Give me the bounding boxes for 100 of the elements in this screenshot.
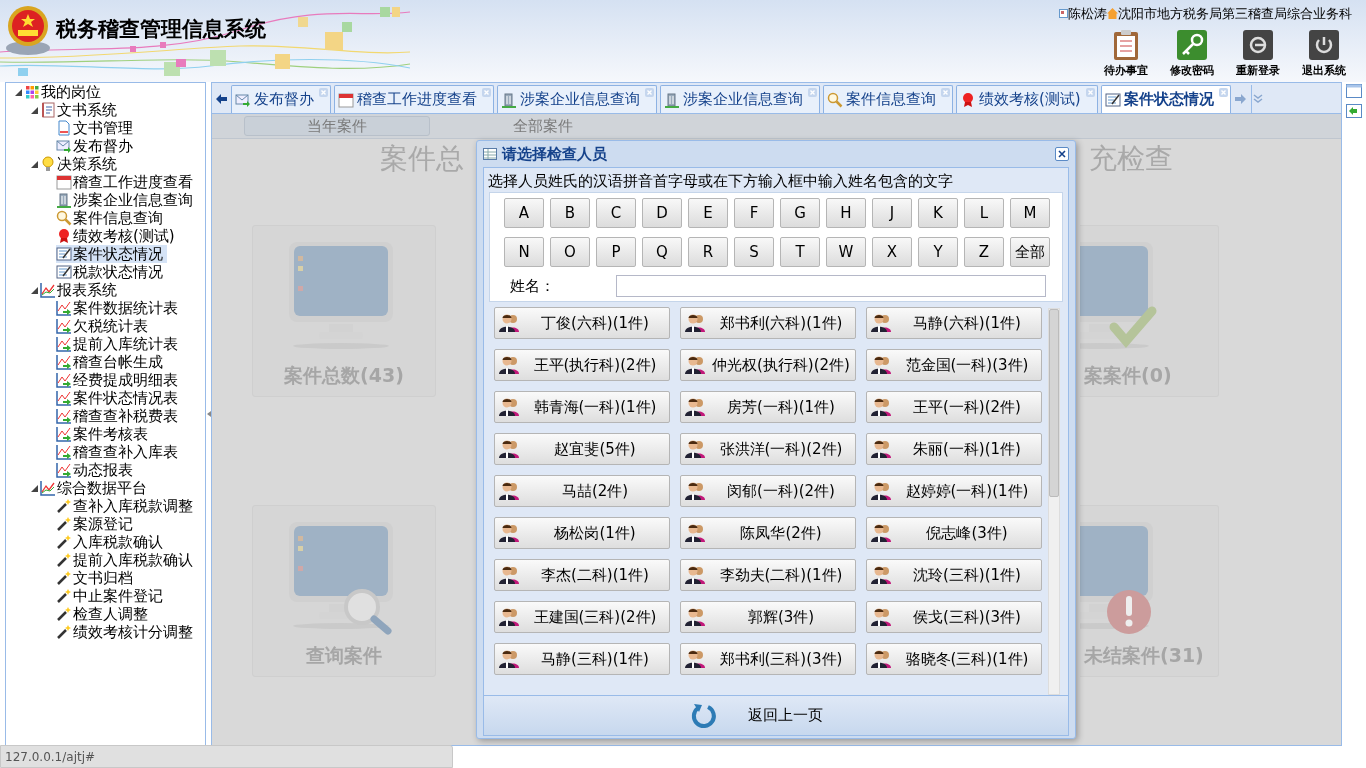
header-action-button[interactable]: 修改密码 xyxy=(1164,28,1220,79)
tab[interactable]: 绩效考核(测试) xyxy=(956,85,1098,113)
tree-item[interactable]: 提前入库税款确认 xyxy=(56,551,197,569)
tree-item[interactable]: 绩效考核计分调整 xyxy=(56,623,197,641)
tree-item[interactable]: 稽查查补税费表 xyxy=(56,407,182,425)
letter-button[interactable]: K xyxy=(918,198,958,228)
person-button[interactable]: 韩青海(一科)(1件) xyxy=(494,391,670,423)
person-button[interactable]: 李杰(二科)(1件) xyxy=(494,559,670,591)
tree-item[interactable]: 中止案件登记 xyxy=(56,587,167,605)
tree-item[interactable]: 文书系统 xyxy=(40,101,121,119)
letter-button[interactable]: L xyxy=(964,198,1004,228)
letter-button[interactable]: A xyxy=(504,198,544,228)
scroll-left-arrow-icon[interactable] xyxy=(215,94,227,104)
letter-button[interactable]: S xyxy=(734,237,774,267)
person-button[interactable]: 王建国(三科)(2件) xyxy=(494,601,670,633)
letter-button[interactable]: W xyxy=(826,237,866,267)
tab[interactable]: 案件状态情况 xyxy=(1100,85,1231,113)
tree-item[interactable]: 综合数据平台 xyxy=(40,479,151,497)
person-button[interactable]: 郑书利(三科)(3件) xyxy=(680,643,856,675)
letter-button[interactable]: M xyxy=(1010,198,1050,228)
tab[interactable]: 发布督办 xyxy=(231,85,331,113)
letter-button[interactable]: G xyxy=(780,198,820,228)
letter-button[interactable]: Q xyxy=(642,237,682,267)
letter-button[interactable]: E xyxy=(688,198,728,228)
tree-item[interactable]: 查补入库税款调整 xyxy=(56,497,197,515)
tree-item[interactable]: 经费提成明细表 xyxy=(56,371,182,389)
person-button[interactable]: 王平(执行科)(2件) xyxy=(494,349,670,381)
person-button[interactable]: 房芳(一科)(1件) xyxy=(680,391,856,423)
person-button[interactable]: 闵郁(一科)(2件) xyxy=(680,475,856,507)
letter-button[interactable]: H xyxy=(826,198,866,228)
person-button[interactable]: 张洪洋(一科)(2件) xyxy=(680,433,856,465)
header-action-button[interactable]: 退出系统 xyxy=(1296,28,1352,79)
person-button[interactable]: 倪志峰(3件) xyxy=(866,517,1042,549)
tab[interactable]: 涉案企业信息查询 xyxy=(497,85,657,113)
person-button[interactable]: 马静(三科)(1件) xyxy=(494,643,670,675)
tree-item[interactable]: 案源登记 xyxy=(56,515,137,533)
tree-item[interactable]: 文书管理 xyxy=(56,119,137,137)
tree-item[interactable]: 决策系统 xyxy=(40,155,121,173)
person-button[interactable]: 李劲夫(二科)(1件) xyxy=(680,559,856,591)
tree-item[interactable]: 案件信息查询 xyxy=(56,209,167,227)
tree-item[interactable]: 稽查工作进度查看 xyxy=(56,173,197,191)
header-action-button[interactable]: 待办事宜 xyxy=(1098,28,1154,79)
person-button[interactable]: 马静(六科)(1件) xyxy=(866,307,1042,339)
tree-item[interactable]: 稽查查补入库表 xyxy=(56,443,182,461)
tab[interactable]: 稽查工作进度查看 xyxy=(334,85,494,113)
person-button[interactable]: 沈玲(三科)(1件) xyxy=(866,559,1042,591)
person-button[interactable]: 丁俊(六科)(1件) xyxy=(494,307,670,339)
person-button[interactable]: 范金国(一科)(3件) xyxy=(866,349,1042,381)
letter-button[interactable]: B xyxy=(550,198,590,228)
scroll-right-arrow-icon[interactable] xyxy=(1235,94,1247,104)
tree-item[interactable]: 发布督办 xyxy=(56,137,137,155)
tree-item[interactable]: 案件数据统计表 xyxy=(56,299,182,317)
tree-item[interactable]: 文书归档 xyxy=(56,569,137,587)
person-button[interactable]: 侯戈(三科)(3件) xyxy=(866,601,1042,633)
window-icon[interactable] xyxy=(1346,84,1362,98)
letter-button[interactable]: Y xyxy=(918,237,958,267)
tree-item[interactable]: 提前入库统计表 xyxy=(56,335,182,353)
letter-button[interactable]: Z xyxy=(964,237,1004,267)
double-chevron-icon[interactable] xyxy=(1253,94,1264,104)
scrollbar[interactable] xyxy=(1048,308,1060,695)
person-button[interactable]: 朱丽(一科)(1件) xyxy=(866,433,1042,465)
tab[interactable]: 案件信息查询 xyxy=(823,85,953,113)
person-button[interactable]: 骆晓冬(三科)(1件) xyxy=(866,643,1042,675)
person-button[interactable]: 马喆(2件) xyxy=(494,475,670,507)
tree-item[interactable]: 案件状态情况表 xyxy=(56,389,182,407)
tree-item[interactable]: 涉案企业信息查询 xyxy=(56,191,197,209)
person-button[interactable]: 陈凤华(2件) xyxy=(680,517,856,549)
tree-item[interactable]: 案件考核表 xyxy=(56,425,152,443)
tree-item[interactable]: 稽查台帐生成 xyxy=(56,353,167,371)
tree-item[interactable]: 报表系统 xyxy=(40,281,121,299)
tree-item[interactable]: 动态报表 xyxy=(56,461,137,479)
letter-button[interactable]: F xyxy=(734,198,774,228)
person-button[interactable]: 杨松岗(1件) xyxy=(494,517,670,549)
letter-button[interactable]: P xyxy=(596,237,636,267)
letter-button[interactable]: O xyxy=(550,237,590,267)
person-button[interactable]: 仲光权(执行科)(2件) xyxy=(680,349,856,381)
name-input-field[interactable] xyxy=(616,275,1046,297)
person-button[interactable]: 王平(一科)(2件) xyxy=(866,391,1042,423)
tree-item[interactable]: 欠税统计表 xyxy=(56,317,152,335)
person-button[interactable]: 赵宜斐(5件) xyxy=(494,433,670,465)
person-button[interactable]: 郭辉(3件) xyxy=(680,601,856,633)
tree-item[interactable]: 绩效考核(测试) xyxy=(56,227,179,245)
tree-item[interactable]: 税款状态情况 xyxy=(56,263,167,281)
header-action-button[interactable]: 重新登录 xyxy=(1230,28,1286,79)
letter-button[interactable]: R xyxy=(688,237,728,267)
back-button[interactable]: 返回上一页 xyxy=(748,704,823,727)
tree-item[interactable]: 我的岗位 xyxy=(24,83,105,101)
letter-button[interactable]: X xyxy=(872,237,912,267)
letter-button[interactable]: D xyxy=(642,198,682,228)
close-button[interactable] xyxy=(1055,147,1069,161)
person-button[interactable]: 赵婷婷(一科)(1件) xyxy=(866,475,1042,507)
person-button[interactable]: 郑书利(六科)(1件) xyxy=(680,307,856,339)
tree-item[interactable]: 案件状态情况 xyxy=(56,245,167,263)
exit-door-icon[interactable] xyxy=(1346,104,1362,118)
tree-item[interactable]: 检查人调整 xyxy=(56,605,152,623)
tree-item[interactable]: 入库税款确认 xyxy=(56,533,167,551)
letter-button[interactable]: 全部 xyxy=(1010,237,1050,267)
undo-icon[interactable] xyxy=(690,701,718,730)
letter-button[interactable]: J xyxy=(872,198,912,228)
letter-button[interactable]: T xyxy=(780,237,820,267)
